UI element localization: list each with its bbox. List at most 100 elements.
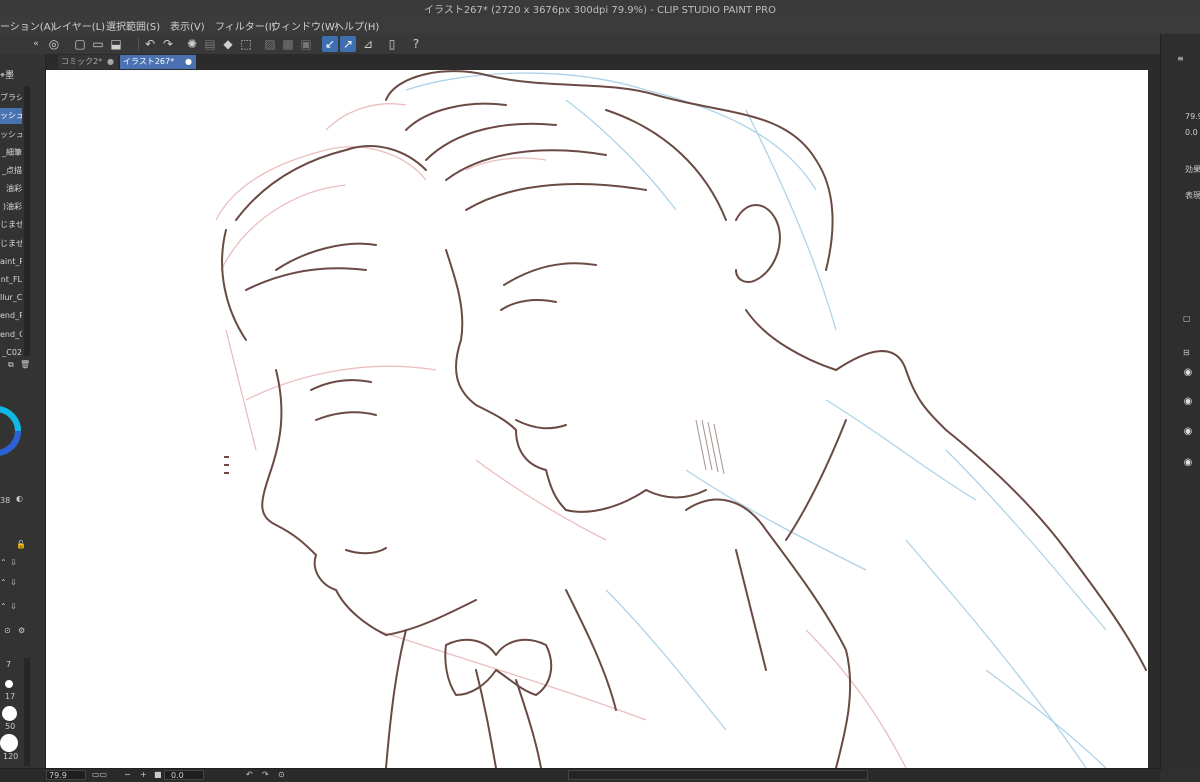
- zoom-field[interactable]: 79.9: [46, 770, 86, 780]
- brush-size[interactable]: 120: [3, 752, 18, 761]
- palette-icon[interactable]: ◐: [16, 494, 23, 503]
- close-icon[interactable]: ●: [185, 55, 192, 69]
- brush-size-scrollbar[interactable]: [24, 658, 30, 766]
- rotate-right-icon[interactable]: ↷: [262, 769, 269, 781]
- download-icon[interactable]: ⇩: [10, 578, 17, 587]
- zoom-slider-icon[interactable]: ▭▭: [92, 769, 107, 781]
- drawing-canvas[interactable]: [46, 70, 1148, 768]
- canvas-scrollbar[interactable]: [1148, 70, 1160, 768]
- brush-size-dot[interactable]: [5, 680, 13, 688]
- menu-window[interactable]: ウィンドウ(W): [271, 18, 339, 33]
- lock-icon[interactable]: 🔓: [16, 540, 26, 549]
- settings-icon[interactable]: ⚙: [18, 626, 25, 635]
- menu-animation[interactable]: ーション(A): [0, 18, 54, 33]
- deselect-icon[interactable]: ▨: [262, 36, 278, 52]
- panel-header-label: 墨: [5, 71, 15, 81]
- snap-grid-icon[interactable]: ⊿: [360, 36, 376, 52]
- layer-mask-icon[interactable]: ▢: [1183, 314, 1191, 323]
- brush-size[interactable]: 17: [5, 692, 15, 701]
- selection-border-icon[interactable]: ▣: [298, 36, 314, 52]
- rotate-left-icon[interactable]: ↶: [246, 769, 253, 781]
- brush-item[interactable]: じませ: [0, 236, 22, 252]
- visibility-icon[interactable]: ◉: [1182, 427, 1194, 437]
- spin-up-icon[interactable]: ⌃: [0, 602, 7, 611]
- brush-item[interactable]: end_C: [0, 327, 22, 343]
- open-folder-icon[interactable]: ▭: [90, 36, 106, 52]
- trash-icon[interactable]: 🗑: [20, 360, 30, 369]
- visibility-icon[interactable]: ◉: [1182, 397, 1194, 407]
- layer-folder-icon[interactable]: ⊟: [1183, 348, 1190, 357]
- brush-item[interactable]: _点描: [0, 163, 22, 179]
- menu-layer[interactable]: レイヤー(L): [52, 18, 105, 33]
- fill-icon[interactable]: ◆: [220, 36, 236, 52]
- transform-icon[interactable]: ⬚: [238, 36, 254, 52]
- navigator-angle[interactable]: 0.0: [1185, 128, 1198, 137]
- panel-header: ⌖墨: [0, 68, 14, 81]
- tab-illustration[interactable]: イラスト267* ●: [120, 55, 196, 69]
- brush-item[interactable]: llur_C: [0, 290, 22, 306]
- snap-ruler-icon[interactable]: ↙: [322, 36, 338, 52]
- horizontal-scrollbar[interactable]: [568, 770, 868, 780]
- brush-item-selected[interactable]: ッシュ: [0, 108, 22, 124]
- angle-value: 0.0: [171, 771, 184, 780]
- zoom-in-icon[interactable]: +: [140, 769, 147, 781]
- brush-item[interactable]: ブラシ: [0, 90, 22, 106]
- visibility-icon[interactable]: ◉: [1182, 458, 1194, 468]
- redo-icon[interactable]: ↷: [160, 36, 176, 52]
- angle-field[interactable]: 0.0: [164, 770, 204, 780]
- blue-sketch-layer: [405, 72, 1107, 768]
- brush-list-scrollbar[interactable]: [24, 86, 30, 356]
- close-icon[interactable]: ●: [107, 55, 114, 69]
- tablet-icon[interactable]: ▯: [384, 36, 400, 52]
- tab-comic[interactable]: コミック2* ●: [58, 55, 118, 69]
- clear-icon[interactable]: ▤: [202, 36, 218, 52]
- effect-label: 効果: [1185, 165, 1200, 174]
- snap-special-ruler-icon[interactable]: ↗: [340, 36, 356, 52]
- tab-label: イラスト267*: [123, 57, 175, 66]
- brush-item[interactable]: ッシュ: [0, 127, 22, 143]
- tab-label: コミック2*: [61, 57, 103, 66]
- undo-icon[interactable]: ↶: [142, 36, 158, 52]
- brush-size-dot[interactable]: [2, 706, 17, 721]
- reset-icon[interactable]: ⊙: [4, 626, 11, 635]
- spin-up-icon[interactable]: ⌃: [0, 578, 7, 587]
- brush-size-dot[interactable]: [0, 734, 18, 752]
- brush-item[interactable]: じませ: [0, 217, 22, 233]
- zoom-value: 79.9: [49, 771, 67, 780]
- clip-studio-icon[interactable]: ◎: [46, 36, 62, 52]
- sub-tool-panel: ⌖墨 ブラシ ッシュ ッシュ _細筆 _点描 油彩 )油彩 じませ じませ ai…: [0, 54, 46, 770]
- brush-size[interactable]: 50: [5, 722, 15, 731]
- menu-view[interactable]: 表示(V): [170, 18, 205, 33]
- color-wheel[interactable]: [0, 396, 24, 466]
- red-sketch-layer: [215, 103, 907, 768]
- brush-size[interactable]: 7: [6, 660, 11, 669]
- brush-item[interactable]: )油彩: [0, 199, 22, 215]
- window-title: イラスト267* (2720 x 3676px 300dpi 79.9%) - …: [424, 5, 776, 16]
- brush-item[interactable]: aint_R: [0, 254, 22, 270]
- sketch-artwork: [215, 70, 1147, 768]
- invert-selection-icon[interactable]: ▩: [280, 36, 296, 52]
- help-icon[interactable]: ?: [408, 36, 424, 52]
- new-file-icon[interactable]: ▢: [72, 36, 88, 52]
- brush-item[interactable]: end_R: [0, 308, 22, 324]
- menu-filter[interactable]: フィルター(I): [215, 18, 276, 33]
- collapse-icon[interactable]: «: [28, 36, 44, 52]
- spin-up-icon[interactable]: ⌃: [0, 558, 7, 567]
- zoom-out-icon[interactable]: −: [124, 769, 131, 781]
- menu-help[interactable]: ヘルプ(H): [334, 18, 379, 33]
- download-icon[interactable]: ⇩: [10, 558, 17, 567]
- save-icon[interactable]: ⬓: [108, 36, 124, 52]
- copy-icon[interactable]: ⧉: [8, 360, 14, 370]
- loading-icon[interactable]: ✺: [184, 36, 200, 52]
- brush-item[interactable]: nt_FL: [0, 272, 22, 288]
- fit-icon[interactable]: ■: [154, 769, 162, 781]
- download-icon[interactable]: ⇩: [10, 602, 17, 611]
- menu-icon[interactable]: ≡: [1177, 54, 1184, 63]
- menu-selection[interactable]: 選択範囲(S): [106, 18, 160, 33]
- brush-item[interactable]: _細筆: [0, 145, 22, 161]
- navigator-zoom[interactable]: 79.9: [1185, 112, 1200, 121]
- visibility-icon[interactable]: ◉: [1182, 368, 1194, 378]
- reset-rotation-icon[interactable]: ⊙: [278, 769, 285, 781]
- brush-item[interactable]: _C02: [0, 345, 22, 361]
- brush-item[interactable]: 油彩: [0, 181, 22, 197]
